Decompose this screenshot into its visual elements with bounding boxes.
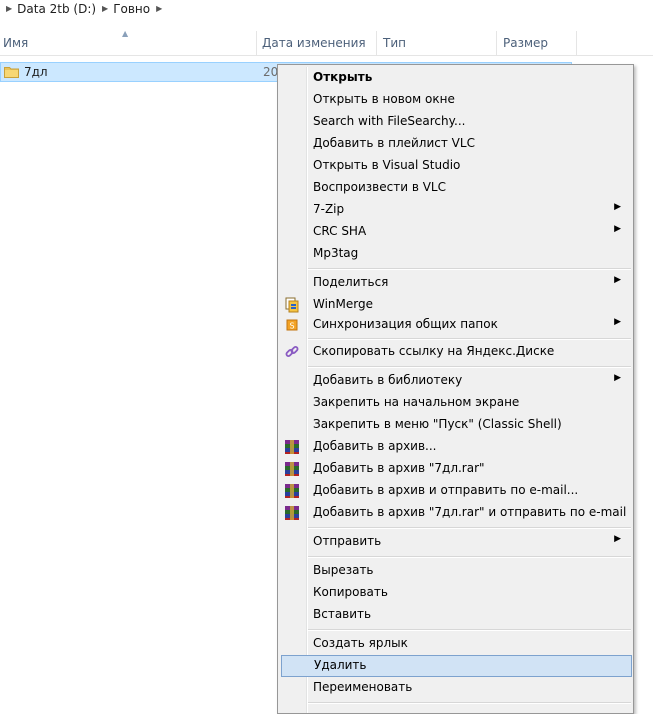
menu-item-label: Открыть в новом окне [313, 92, 455, 106]
column-date[interactable]: Дата изменения [262, 31, 366, 55]
menu-item-label: Переименовать [313, 680, 413, 694]
column-divider[interactable] [256, 31, 257, 55]
menu-separator [308, 629, 631, 631]
submenu-arrow-icon: ▶ [614, 202, 621, 212]
menu-item-vlc-play[interactable]: Воспроизвести в VLC [280, 177, 631, 199]
sort-ascending-icon: ▲ [122, 29, 129, 38]
menu-item-cut[interactable]: Вырезать [280, 560, 631, 582]
column-divider[interactable] [376, 31, 377, 55]
menu-item-label: Mp3tag [313, 246, 359, 260]
menu-item-label: Вырезать [313, 563, 374, 577]
menu-item-add-archive-email[interactable]: Добавить в архив и отправить по e-mail..… [280, 480, 631, 502]
menu-item-crc-sha[interactable]: CRC SHA ▶ [280, 221, 631, 243]
column-divider[interactable] [496, 31, 497, 55]
submenu-arrow-icon: ▶ [614, 275, 621, 285]
winrar-icon [284, 439, 300, 455]
menu-item-label: Добавить в библиотеку [313, 373, 463, 387]
menu-item-rename[interactable]: Переименовать [280, 677, 631, 699]
menu-item-label: Копировать [313, 585, 388, 599]
menu-item-label: Создать ярлык [313, 636, 408, 650]
winmerge-icon [284, 297, 300, 313]
submenu-arrow-icon: ▶ [614, 224, 621, 234]
winrar-icon [284, 483, 300, 499]
menu-item-open-new-window[interactable]: Открыть в новом окне [280, 89, 631, 111]
menu-item-label: Search with FileSearchy... [313, 114, 466, 128]
menu-item-label: Добавить в архив "7дл.rar" [313, 461, 485, 475]
menu-item-label: Воспроизвести в VLC [313, 180, 446, 194]
column-name[interactable]: Имя [3, 31, 28, 55]
menu-item-label: Вставить [313, 607, 372, 621]
menu-item-mp3tag[interactable]: Mp3tag [280, 243, 631, 265]
menu-item-label: Закрепить в меню "Пуск" (Classic Shell) [313, 417, 562, 431]
submenu-arrow-icon: ▶ [614, 534, 621, 544]
submenu-arrow-icon: ▶ [614, 317, 621, 327]
menu-item-label: Отправить [313, 534, 382, 548]
menu-item-7zip[interactable]: 7-Zip ▶ [280, 199, 631, 221]
winrar-icon [284, 461, 300, 477]
menu-item-add-archive-rar[interactable]: Добавить в архив "7дл.rar" [280, 458, 631, 480]
menu-item-share[interactable]: Поделиться ▶ [280, 272, 631, 294]
menu-item-label: Добавить в архив... [313, 439, 437, 453]
menu-item-copy[interactable]: Копировать [280, 582, 631, 604]
breadcrumb: ▶ Data 2tb (D:) ▶ Говно ▶ [0, 0, 653, 17]
breadcrumb-item-drive[interactable]: Data 2tb (D:) [17, 2, 96, 16]
chevron-right-icon[interactable]: ▶ [6, 4, 12, 13]
menu-separator [308, 527, 631, 529]
file-name: 7дл [24, 65, 48, 79]
menu-item-label: Удалить [314, 658, 367, 672]
menu-item-label: 7-Zip [313, 202, 345, 216]
file-date: 20 [263, 65, 279, 79]
menu-item-open[interactable]: Открыть [280, 67, 631, 89]
menu-item-winmerge[interactable]: WinMerge [280, 294, 631, 316]
menu-item-label: Открыть [313, 70, 373, 84]
menu-item-add-archive-rar-email[interactable]: Добавить в архив "7дл.rar" и отправить п… [280, 502, 631, 524]
yandex-link-icon [284, 344, 300, 360]
menu-item-paste[interactable]: Вставить [280, 604, 631, 626]
menu-item-create-shortcut[interactable]: Создать ярлык [280, 633, 631, 655]
menu-item-label: CRC SHA [313, 224, 367, 238]
svg-text:S: S [289, 322, 294, 331]
winrar-icon [284, 505, 300, 521]
menu-item-add-archive[interactable]: Добавить в архив... [280, 436, 631, 458]
submenu-arrow-icon: ▶ [614, 373, 621, 383]
menu-item-sync-folders[interactable]: S Синхронизация общих папок ▶ [280, 314, 631, 336]
menu-item-label: Открыть в Visual Studio [313, 158, 461, 172]
menu-item-label: WinMerge [313, 297, 373, 311]
menu-item-send-to[interactable]: Отправить ▶ [280, 531, 631, 553]
menu-item-delete[interactable]: Удалить [281, 655, 632, 677]
menu-item-label: Добавить в архив и отправить по e-mail..… [313, 483, 579, 497]
chevron-right-icon[interactable]: ▶ [156, 4, 162, 13]
menu-item-label: Добавить в плейлист VLC [313, 136, 475, 150]
menu-item-label: Скопировать ссылку на Яндекс.Диске [313, 344, 555, 358]
menu-item-label: Синхронизация общих папок [313, 317, 498, 331]
menu-item-label: Закрепить на начальном экране [313, 395, 520, 409]
menu-separator [308, 268, 631, 270]
menu-separator [308, 702, 631, 704]
menu-separator [308, 366, 631, 368]
column-size[interactable]: Размер [503, 31, 548, 55]
menu-separator [308, 556, 631, 558]
breadcrumb-item-folder[interactable]: Говно [113, 2, 150, 16]
menu-item-pin-start[interactable]: Закрепить на начальном экране [280, 392, 631, 414]
column-header: ▲ Имя Дата изменения Тип Размер [0, 29, 653, 56]
column-divider[interactable] [576, 31, 577, 55]
menu-item-pin-classic-shell[interactable]: Закрепить в меню "Пуск" (Classic Shell) [280, 414, 631, 436]
column-type[interactable]: Тип [383, 31, 406, 55]
menu-item-filesearchy[interactable]: Search with FileSearchy... [280, 111, 631, 133]
menu-item-yandex-link[interactable]: Скопировать ссылку на Яндекс.Диске [280, 341, 631, 363]
menu-item-label: Добавить в архив "7дл.rar" и отправить п… [313, 505, 627, 519]
context-menu: Открыть Открыть в новом окне Search with… [277, 64, 634, 714]
folder-icon [4, 66, 19, 78]
chevron-right-icon[interactable]: ▶ [102, 4, 108, 13]
menu-item-label: Поделиться [313, 275, 389, 289]
menu-item-vlc-playlist[interactable]: Добавить в плейлист VLC [280, 133, 631, 155]
sync-folders-icon: S [284, 317, 300, 333]
menu-separator [308, 338, 631, 340]
menu-item-visual-studio[interactable]: Открыть в Visual Studio [280, 155, 631, 177]
menu-item-add-library[interactable]: Добавить в библиотеку ▶ [280, 370, 631, 392]
